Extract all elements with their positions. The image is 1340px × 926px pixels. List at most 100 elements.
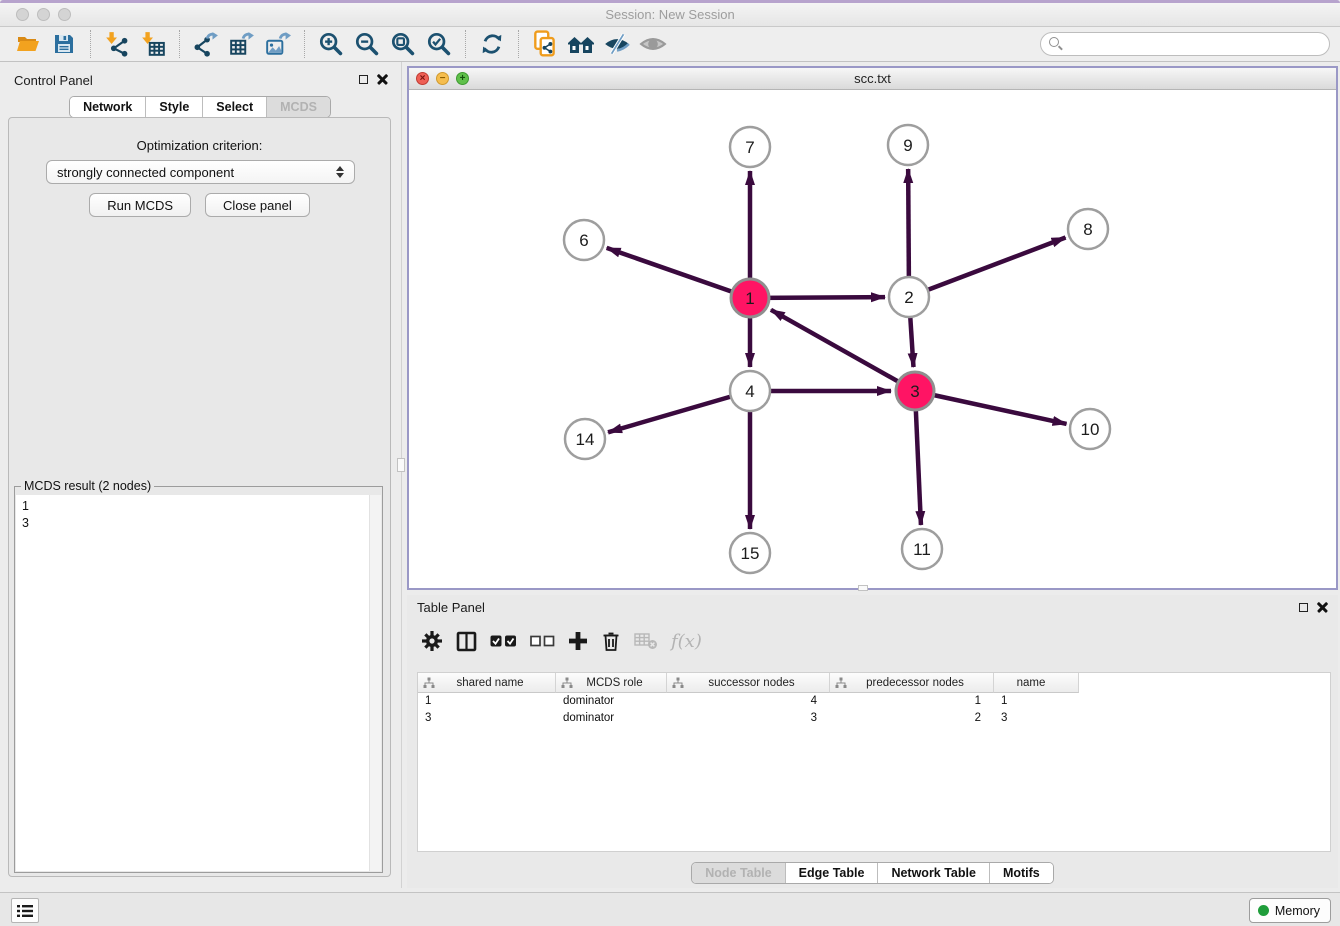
search-input[interactable] bbox=[1040, 32, 1330, 56]
save-session-icon[interactable] bbox=[46, 29, 82, 59]
edge-3-1[interactable] bbox=[771, 310, 915, 391]
tab-network-table[interactable]: Network Table bbox=[878, 863, 990, 883]
open-session-icon[interactable] bbox=[10, 29, 46, 59]
tab-network[interactable]: Network bbox=[70, 97, 146, 117]
settings-gear-icon[interactable] bbox=[421, 627, 443, 655]
float-table-panel-icon[interactable] bbox=[1299, 603, 1308, 612]
result-item: 1 bbox=[22, 498, 375, 515]
memory-status-icon bbox=[1258, 905, 1269, 916]
graph-node-label: 3 bbox=[910, 382, 919, 401]
result-item: 3 bbox=[22, 515, 375, 532]
table-header: shared name MCDS role successor nodes pr… bbox=[418, 673, 1330, 693]
add-row-icon[interactable] bbox=[568, 627, 588, 655]
column-header-name[interactable]: name bbox=[994, 673, 1079, 693]
import-table-icon[interactable] bbox=[135, 29, 171, 59]
zoom-selected-icon[interactable] bbox=[421, 29, 457, 59]
graph-node-label: 14 bbox=[576, 430, 595, 449]
run-mcds-button[interactable]: Run MCDS bbox=[89, 193, 191, 217]
table-panel-tabs: Node Table Edge Table Network Table Moti… bbox=[691, 862, 1054, 884]
list-icon bbox=[17, 904, 33, 918]
delete-row-icon[interactable] bbox=[601, 627, 621, 655]
table-row[interactable]: 1 dominator 4 1 1 bbox=[418, 693, 1330, 710]
close-table-panel-icon[interactable] bbox=[1317, 602, 1328, 613]
first-neighbors-icon[interactable] bbox=[563, 29, 599, 59]
edge-1-6[interactable] bbox=[607, 248, 750, 298]
zoom-out-icon[interactable] bbox=[349, 29, 385, 59]
tab-node-table[interactable]: Node Table bbox=[692, 863, 785, 883]
function-builder-icon: f(x) bbox=[671, 627, 702, 655]
clone-network-icon[interactable] bbox=[527, 29, 563, 59]
result-scrollbar[interactable] bbox=[369, 495, 381, 871]
toolbar-separator bbox=[179, 30, 180, 58]
tab-edge-table[interactable]: Edge Table bbox=[786, 863, 879, 883]
toolbar-search bbox=[1040, 32, 1330, 56]
column-header-predecessor-nodes[interactable]: predecessor nodes bbox=[830, 673, 994, 693]
network-canvas[interactable]: 7968124314101511 bbox=[409, 90, 1336, 588]
graph-node-label: 10 bbox=[1081, 420, 1100, 439]
tab-style[interactable]: Style bbox=[146, 97, 203, 117]
graph-node-label: 15 bbox=[741, 544, 760, 563]
criterion-select[interactable]: strongly connected component bbox=[46, 160, 355, 184]
column-type-icon bbox=[423, 677, 435, 689]
graph-node-label: 6 bbox=[579, 231, 588, 250]
control-panel: Control Panel Network Style Select MCDS … bbox=[0, 62, 400, 888]
export-network-icon[interactable] bbox=[188, 29, 224, 59]
table-panel-title: Table Panel bbox=[417, 600, 485, 615]
edge-2-8[interactable] bbox=[909, 238, 1066, 297]
deselect-all-icon[interactable] bbox=[530, 627, 555, 655]
delete-table-icon bbox=[634, 627, 658, 655]
panel-splitter[interactable] bbox=[401, 62, 402, 888]
import-network-icon[interactable] bbox=[99, 29, 135, 59]
graph-node-label: 7 bbox=[745, 138, 754, 157]
memory-button[interactable]: Memory bbox=[1249, 898, 1331, 923]
control-panel-tabs: Network Style Select MCDS bbox=[69, 96, 331, 118]
toolbar-separator bbox=[304, 30, 305, 58]
close-panel-icon[interactable] bbox=[377, 74, 388, 85]
column-header-shared-name[interactable]: shared name bbox=[418, 673, 556, 693]
column-type-icon bbox=[672, 677, 684, 689]
zoom-fit-icon[interactable] bbox=[385, 29, 421, 59]
column-header-mcds-role[interactable]: MCDS role bbox=[556, 673, 667, 693]
network-window-titlebar[interactable]: × − + scc.txt bbox=[409, 68, 1336, 90]
edge-4-14[interactable] bbox=[608, 391, 750, 432]
toolbar-separator bbox=[90, 30, 91, 58]
graph-node-label: 9 bbox=[903, 136, 912, 155]
toggle-columns-icon[interactable] bbox=[456, 627, 477, 655]
column-header-successor-nodes[interactable]: successor nodes bbox=[667, 673, 830, 693]
tab-select[interactable]: Select bbox=[203, 97, 267, 117]
task-history-button[interactable] bbox=[11, 898, 39, 923]
app-titlebar: Session: New Session bbox=[0, 3, 1340, 27]
main-toolbar bbox=[0, 27, 1340, 62]
status-bar: Memory bbox=[0, 892, 1340, 926]
edge-3-10[interactable] bbox=[915, 391, 1067, 424]
node-table[interactable]: shared name MCDS role successor nodes pr… bbox=[417, 672, 1331, 852]
mcds-result-group: MCDS result (2 nodes) 1 3 bbox=[14, 486, 383, 873]
network-window: × − + scc.txt 7968124314101511 bbox=[407, 66, 1338, 590]
toolbar-separator bbox=[465, 30, 466, 58]
mcds-result-title: MCDS result (2 nodes) bbox=[21, 479, 154, 493]
criterion-value: strongly connected component bbox=[57, 165, 234, 180]
splitter-grip[interactable] bbox=[397, 458, 405, 472]
window-title: Session: New Session bbox=[0, 7, 1340, 22]
column-type-icon bbox=[835, 677, 847, 689]
float-panel-icon[interactable] bbox=[359, 75, 368, 84]
mcds-result-list[interactable]: 1 3 bbox=[16, 495, 381, 871]
tab-motifs[interactable]: Motifs bbox=[990, 863, 1053, 883]
network-splitter-grip[interactable] bbox=[858, 585, 868, 591]
zoom-in-icon[interactable] bbox=[313, 29, 349, 59]
refresh-layout-icon[interactable] bbox=[474, 29, 510, 59]
export-image-icon[interactable] bbox=[260, 29, 296, 59]
hide-details-icon[interactable] bbox=[599, 29, 635, 59]
graph-node-label: 2 bbox=[904, 288, 913, 307]
mcds-panel-body: Optimization criterion: strongly connect… bbox=[8, 117, 391, 877]
close-panel-button[interactable]: Close panel bbox=[205, 193, 310, 217]
show-details-icon bbox=[635, 29, 671, 59]
tab-mcds[interactable]: MCDS bbox=[267, 97, 330, 117]
search-icon bbox=[1049, 37, 1059, 47]
export-table-icon[interactable] bbox=[224, 29, 260, 59]
graph-node-label: 11 bbox=[913, 540, 931, 559]
select-all-icon[interactable] bbox=[490, 627, 517, 655]
control-panel-title: Control Panel bbox=[14, 73, 93, 88]
memory-label: Memory bbox=[1275, 904, 1320, 918]
table-row[interactable]: 3 dominator 3 2 3 bbox=[418, 710, 1330, 727]
